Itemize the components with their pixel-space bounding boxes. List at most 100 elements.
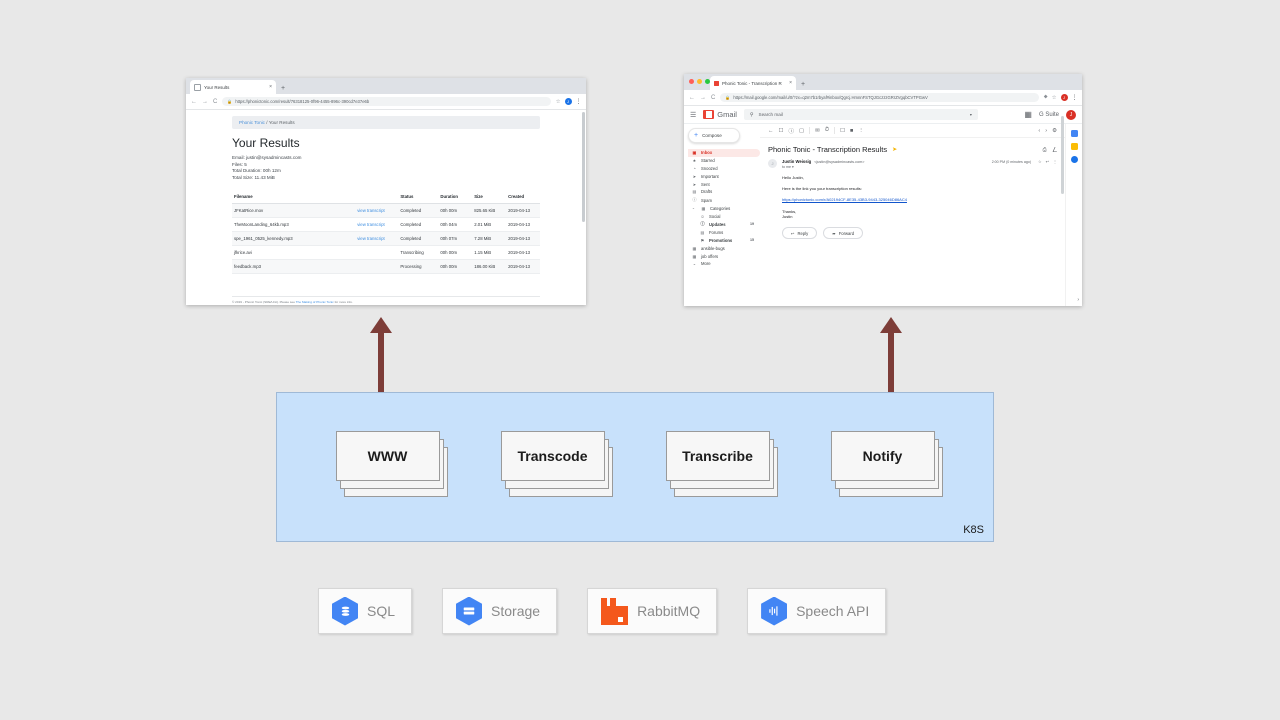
sidebar-item-drafts[interactable]: ▤ Drafts bbox=[688, 188, 760, 196]
service-chip-sql[interactable]: SQL bbox=[318, 588, 413, 634]
chevron-down-icon[interactable]: ⌄ bbox=[692, 206, 697, 210]
labels-icon[interactable]: ■ bbox=[850, 128, 853, 134]
hamburger-menu-icon[interactable]: ☰ bbox=[690, 111, 696, 119]
close-window-icon[interactable] bbox=[689, 79, 694, 84]
sidebar-item-forums[interactable]: ▤ Forums bbox=[688, 229, 760, 237]
new-tab-button[interactable]: + bbox=[281, 85, 285, 94]
calendar-addon-icon[interactable] bbox=[1070, 130, 1078, 137]
service-chip-speech-api[interactable]: Speech API bbox=[747, 588, 887, 634]
mark-unread-icon[interactable]: ✉ bbox=[815, 128, 820, 134]
back-arrow-icon[interactable]: ← bbox=[689, 95, 695, 101]
reply-icon[interactable]: ↩ bbox=[1046, 159, 1049, 164]
drafts-icon: ▤ bbox=[692, 189, 697, 195]
view-transcript-link[interactable]: view transcript bbox=[357, 208, 384, 213]
forward-arrow-icon[interactable]: → bbox=[202, 99, 208, 105]
next-page-icon[interactable]: › bbox=[1045, 128, 1047, 134]
extension-icon[interactable]: ⬥ bbox=[1044, 94, 1048, 101]
transcription-results-link[interactable]: https://phonictonic.com/r/A02194CF-8E35-… bbox=[782, 197, 907, 202]
reply-button[interactable]: ↩ Reply bbox=[782, 227, 818, 240]
url-input[interactable]: 🔒 https://phonictonic.com/result/7631812… bbox=[222, 97, 551, 106]
important-marker-icon[interactable]: ➤ bbox=[892, 146, 897, 153]
archive-icon[interactable]: ☐ bbox=[779, 128, 784, 134]
tasks-addon-icon[interactable] bbox=[1070, 156, 1078, 163]
sidebar-item-spam[interactable]: ⓘ Spam bbox=[688, 196, 760, 205]
keep-addon-icon[interactable] bbox=[1070, 143, 1078, 150]
maximize-window-icon[interactable] bbox=[705, 79, 710, 84]
sidebar-item-more[interactable]: ⌄ More bbox=[688, 260, 760, 268]
forward-button[interactable]: ➦ Forward bbox=[823, 227, 864, 240]
gear-icon[interactable]: ⚙ bbox=[1052, 128, 1057, 134]
move-to-icon[interactable]: ☐ bbox=[840, 128, 845, 134]
url-input[interactable]: 🔒 https://mail.google.com/mail/u/0/?zx=q… bbox=[720, 93, 1039, 102]
right-browser-tab[interactable]: Phonic Tonic - Transcription R × bbox=[710, 76, 796, 90]
print-icon[interactable]: ⎙ bbox=[1043, 147, 1047, 153]
account-avatar[interactable]: J bbox=[1066, 109, 1076, 120]
previous-page-icon[interactable]: ‹ bbox=[1038, 128, 1040, 134]
apps-grid-icon[interactable]: ▦ bbox=[1024, 110, 1032, 119]
sidebar-item-ansible-bugs[interactable]: ▦ ansible-bugs bbox=[688, 244, 760, 252]
page-footer: © 2019 - Phonic Tonic (SRE/Unit). Please… bbox=[232, 296, 540, 304]
cell-created: 2019-04-13 bbox=[506, 259, 540, 274]
star-icon[interactable]: ☆ bbox=[1038, 159, 1042, 164]
back-arrow-icon[interactable]: ← bbox=[768, 128, 774, 134]
page-scrollbar[interactable] bbox=[582, 112, 585, 222]
browser-menu-icon[interactable]: ⋮ bbox=[576, 98, 582, 105]
service-notify[interactable]: Notify bbox=[830, 431, 943, 497]
message-subject: Phonic Tonic - Transcription Results bbox=[768, 145, 888, 154]
sidebar-item-important[interactable]: ➤ Important bbox=[688, 172, 760, 180]
delete-icon[interactable]: ▢ bbox=[799, 128, 804, 134]
more-options-icon[interactable]: ⋮ bbox=[858, 128, 864, 134]
snooze-icon[interactable]: ⏱ bbox=[825, 127, 829, 134]
table-row: jfkrice.avi Transcribing 00h 00m 1.15 Mi… bbox=[232, 245, 540, 260]
message-scrollbar[interactable] bbox=[1061, 116, 1064, 194]
service-www[interactable]: WWW bbox=[335, 431, 448, 497]
close-icon[interactable]: × bbox=[269, 84, 272, 90]
new-tab-button[interactable]: + bbox=[801, 81, 805, 90]
avatar[interactable]: J bbox=[1060, 94, 1068, 101]
sidebar-item-social[interactable]: ☺ Social bbox=[688, 212, 760, 220]
sidebar-item-starred[interactable]: ★ Starred bbox=[688, 157, 760, 165]
forward-arrow-icon[interactable]: → bbox=[700, 95, 706, 101]
message-body: Hello Justin, Here is the link you your … bbox=[782, 175, 1057, 220]
report-spam-icon[interactable]: ⓘ bbox=[788, 127, 794, 135]
avatar[interactable]: J bbox=[564, 98, 572, 105]
gmail-logo[interactable]: Gmail bbox=[703, 110, 737, 119]
bookmark-star-icon[interactable]: ☆ bbox=[556, 99, 561, 105]
footer-link[interactable]: The Making of Phonic Tonic bbox=[296, 300, 334, 304]
sidebar-item-job-offers[interactable]: ▦ job offers bbox=[688, 252, 760, 260]
minimize-window-icon[interactable] bbox=[697, 79, 702, 84]
compose-button[interactable]: + Compose bbox=[688, 128, 740, 143]
promotions-tag-icon: ⚑ bbox=[700, 237, 705, 243]
service-chip-storage[interactable]: Storage bbox=[442, 588, 558, 634]
close-icon[interactable]: × bbox=[789, 80, 792, 86]
service-chip-label: Speech API bbox=[796, 603, 870, 619]
back-arrow-icon[interactable]: ← bbox=[191, 99, 197, 105]
sidebar-item-inbox[interactable]: ▣ Inbox bbox=[688, 149, 760, 157]
reload-icon[interactable]: C bbox=[213, 99, 217, 105]
left-browser-omnibox: ← → C 🔒 https://phonictonic.com/result/7… bbox=[186, 94, 586, 110]
view-transcript-link[interactable]: view transcript bbox=[357, 236, 384, 241]
expand-panel-icon[interactable]: › bbox=[1077, 297, 1079, 303]
left-browser-tab[interactable]: Your Results × bbox=[190, 80, 276, 94]
sidebar-item-promotions[interactable]: ⚑ Promotions 15 bbox=[688, 237, 760, 245]
recipient-line[interactable]: to me ▾ bbox=[782, 165, 1057, 169]
sidebar-item-updates[interactable]: ⓘ Updates 19 bbox=[688, 220, 760, 229]
service-transcribe[interactable]: Transcribe bbox=[665, 431, 778, 497]
sidebar-item-snoozed[interactable]: ◔ Snoozed bbox=[688, 165, 760, 173]
sidebar-item-sent[interactable]: ➤ Sent bbox=[688, 180, 760, 188]
open-in-new-icon[interactable]: ⎳ bbox=[1053, 147, 1057, 153]
more-options-icon[interactable]: ⋮ bbox=[1053, 159, 1057, 164]
search-input[interactable]: ⚲ Search mail ▾ bbox=[743, 109, 978, 120]
chevron-down-icon[interactable]: ▾ bbox=[970, 112, 972, 117]
sidebar-item-categories[interactable]: ⌄ ▦ Categories bbox=[688, 204, 760, 212]
k8s-cluster-panel: WWW Transcode Transcribe Notify K8S bbox=[276, 392, 994, 542]
breadcrumb-link-home[interactable]: Phonic Tonic bbox=[239, 120, 265, 125]
plus-icon: + bbox=[694, 132, 699, 139]
browser-menu-icon[interactable]: ⋮ bbox=[1072, 94, 1078, 101]
reload-icon[interactable]: C bbox=[711, 95, 715, 101]
service-transcode[interactable]: Transcode bbox=[500, 431, 613, 497]
service-chip-rabbitmq[interactable]: RabbitMQ bbox=[587, 588, 718, 634]
bookmark-star-icon[interactable]: ☆ bbox=[1052, 95, 1057, 101]
left-browser-tabstrip: Your Results × + bbox=[186, 78, 586, 94]
view-transcript-link[interactable]: view transcript bbox=[357, 222, 384, 227]
